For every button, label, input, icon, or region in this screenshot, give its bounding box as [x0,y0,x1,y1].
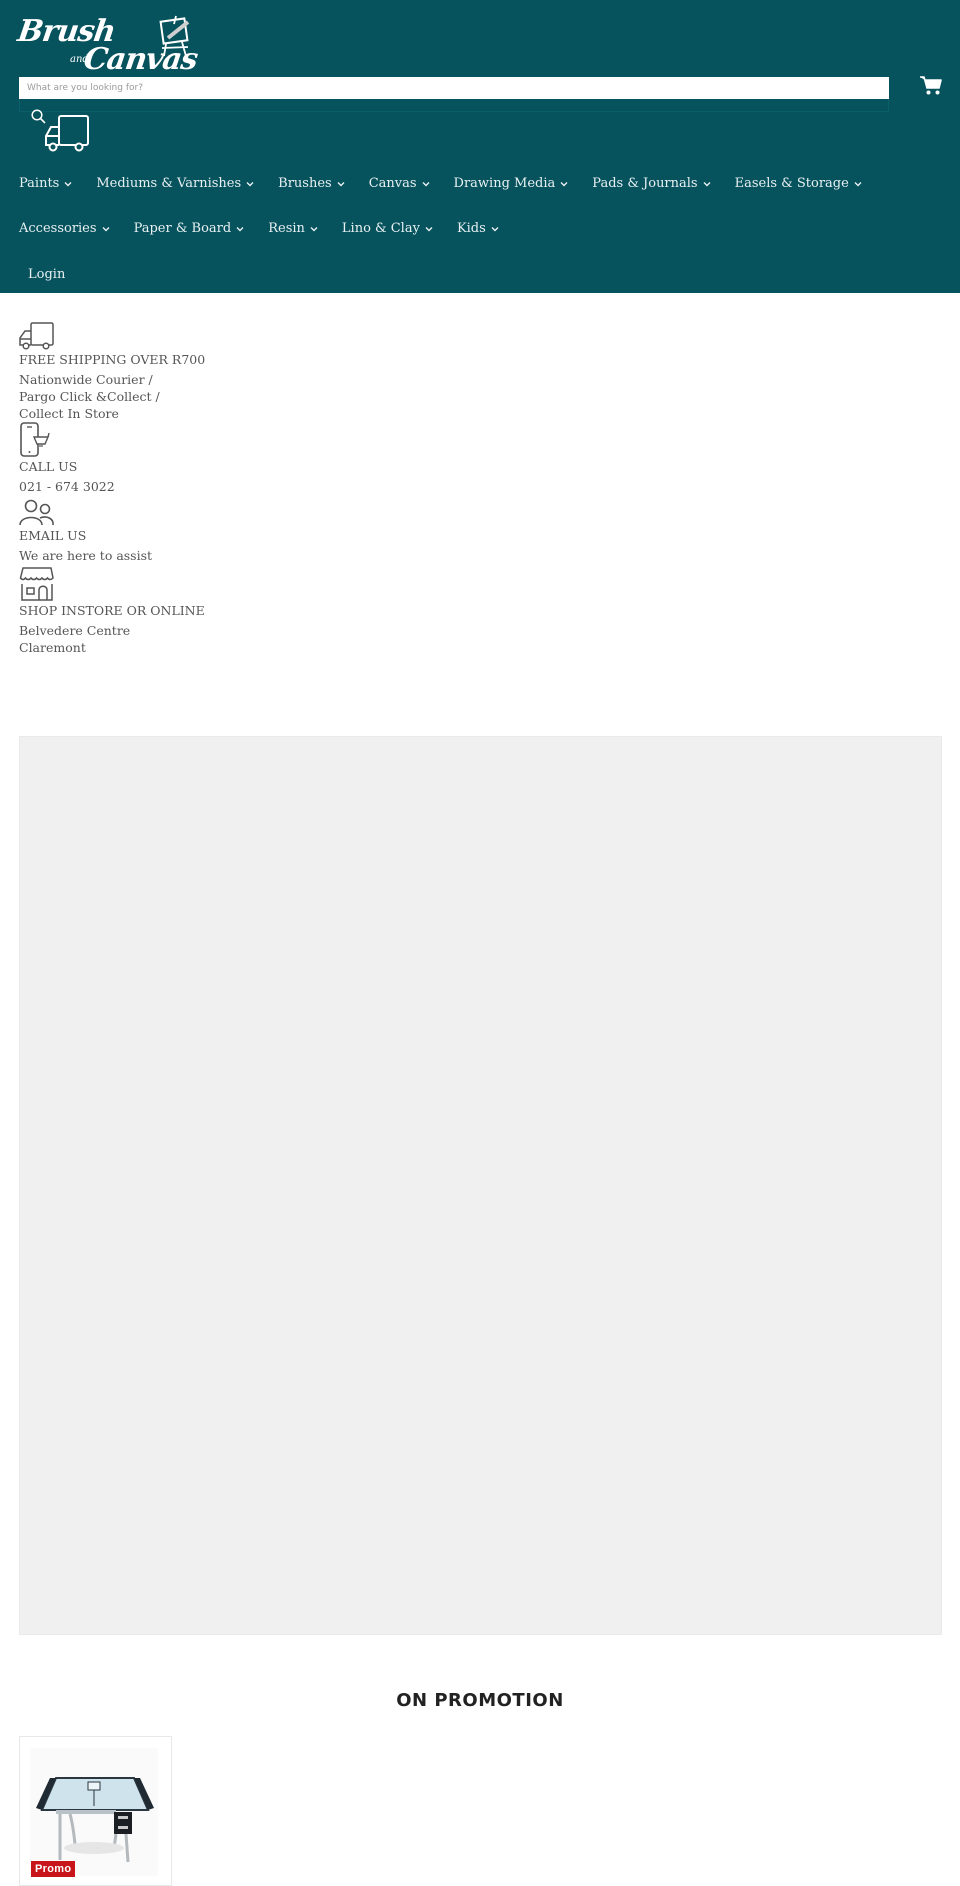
nav-item-drawing-media[interactable]: Drawing Media [454,176,569,191]
feature-text: Belvedere Centre Claremont [19,622,239,656]
nav-item-paints[interactable]: Paints [19,176,72,191]
nav-item-kids[interactable]: Kids [457,221,499,236]
chevron-down-icon [703,181,711,186]
nav-item-accessories[interactable]: Accessories [19,221,110,236]
main-nav-row-1: Paints Mediums & Varnishes Brushes Canva… [19,176,886,191]
nav-label: Paper & Board [133,221,232,236]
chevron-down-icon [491,226,499,231]
feature-line: Collect In Store [19,406,119,421]
chevron-down-icon [422,181,430,186]
hero-banner-placeholder[interactable] [19,736,942,1635]
store-features: FREE SHIPPING OVER R700 Nationwide Couri… [19,321,239,656]
chevron-down-icon [310,226,318,231]
feature-line: Belvedere Centre [19,623,131,638]
feature-text: Nationwide Courier / Pargo Click &Collec… [19,371,239,422]
nav-item-pads-journals[interactable]: Pads & Journals [592,176,711,191]
feature-text: 021 - 674 3022 [19,478,239,495]
feature-shipping: FREE SHIPPING OVER R700 Nationwide Couri… [19,321,239,422]
nav-label: Brushes [278,176,332,191]
chevron-down-icon [236,226,244,231]
nav-label: Easels & Storage [734,176,849,191]
phone-number[interactable]: 021 - 674 3022 [19,478,239,495]
feature-title: CALL US [19,459,78,474]
nav-item-mediums-varnishes[interactable]: Mediums & Varnishes [96,176,254,191]
nav-label: Accessories [19,221,97,236]
nav-item-easels-storage[interactable]: Easels & Storage [735,176,862,191]
nav-item-resin[interactable]: Resin [268,221,318,236]
feature-title: EMAIL US [19,528,87,543]
nav-label: Lino & Clay [341,221,420,236]
chevron-down-icon [337,181,345,186]
store-icon [19,567,54,601]
truck-icon [19,322,54,350]
chevron-down-icon [64,181,72,186]
login-link[interactable]: Login [28,267,65,282]
site-header: Brush and Canvas Paints Mediums & Varnis… [0,0,960,293]
search-bar-border [19,99,889,112]
feature-text: We are here to assist [19,547,239,564]
feature-shop-instore: SHOP INSTORE OR ONLINE Belvedere Centre … [19,566,239,656]
chevron-down-icon [425,226,433,231]
users-icon [19,499,54,526]
cart-icon[interactable] [920,76,942,96]
brand-logo[interactable]: Brush and Canvas [16,12,200,80]
main-nav-row-2: Accessories Paper & Board Resin Lino & C… [19,221,523,236]
chevron-down-icon [854,181,862,186]
chevron-down-icon [560,181,568,186]
product-card[interactable]: Promo [19,1736,172,1886]
nav-label: Pads & Journals [592,176,698,191]
feature-call-us: CALL US 021 - 674 3022 [19,422,239,495]
nav-label: Drawing Media [453,176,556,191]
feature-email-us: EMAIL US We are here to assist [19,499,239,564]
nav-item-lino-clay[interactable]: Lino & Clay [342,221,433,236]
feature-title: SHOP INSTORE OR ONLINE [19,603,205,618]
truck-icon [45,115,89,152]
nav-item-paper-board[interactable]: Paper & Board [134,221,245,236]
easel-icon [159,15,190,57]
feature-line: Pargo Click &Collect / [19,389,160,404]
chevron-down-icon [246,181,254,186]
nav-label: Mediums & Varnishes [96,176,242,191]
product-image-drafting-table[interactable] [30,1748,158,1876]
nav-item-brushes[interactable]: Brushes [278,176,345,191]
feature-line: We are here to assist [19,548,153,563]
nav-label: Canvas [368,176,417,191]
feature-line: Claremont [19,640,86,655]
nav-label: Kids [456,221,486,236]
chevron-down-icon [102,226,110,231]
phone-icon [20,422,50,457]
feature-line: Nationwide Courier / [19,372,153,387]
nav-label: Resin [268,221,305,236]
nav-item-canvas[interactable]: Canvas [369,176,430,191]
search-input[interactable] [19,77,889,99]
nav-label: Paints [19,176,60,191]
feature-title: FREE SHIPPING OVER R700 [19,352,206,367]
promotions-heading: ON PROMOTION [396,1690,564,1711]
